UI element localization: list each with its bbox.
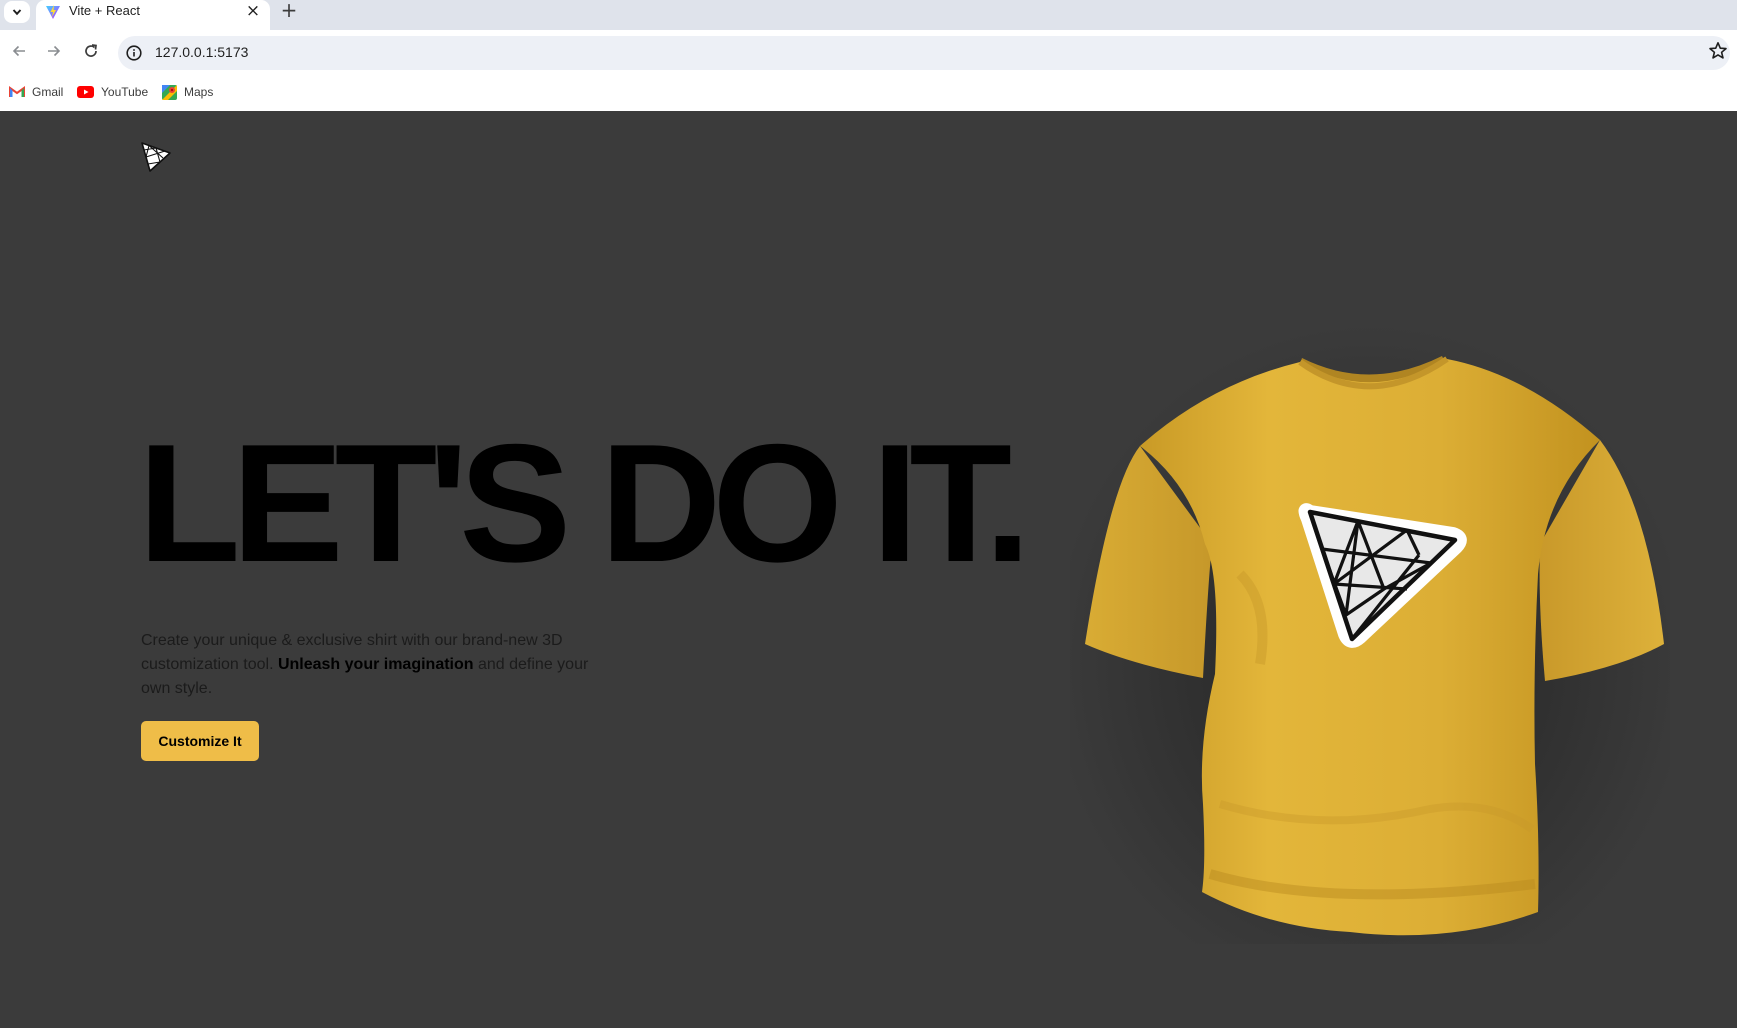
browser-chrome: Vite + React × + 127.0.0.1:5173 Gmail Yo… [0,0,1737,111]
forward-button[interactable] [43,40,65,62]
bookmark-maps[interactable]: Maps [162,81,213,103]
maps-icon [162,84,177,100]
browser-toolbar: 127.0.0.1:5173 [0,30,1737,74]
back-button[interactable] [8,40,30,62]
tab-close-icon[interactable]: × [243,1,263,21]
page-canvas: LET'S DO IT. Create your unique & exclus… [0,111,1737,1028]
gmail-icon [9,86,25,97]
browser-tab[interactable]: Vite + React × [36,0,270,30]
reload-icon [85,44,97,57]
tab-search-button[interactable] [4,1,30,23]
bookmark-label: Gmail [32,85,64,99]
arrow-left-icon [12,45,25,57]
shirt-3d-preview[interactable] [1070,244,1670,944]
hero-description: Create your unique & exclusive shirt wit… [141,629,611,701]
bookmark-youtube[interactable]: YouTube [77,81,148,103]
threejs-logo-icon[interactable] [140,141,172,173]
tab-strip: Vite + React × + [0,0,1737,30]
chevron-down-icon [12,9,22,16]
address-bar[interactable]: 127.0.0.1:5173 [118,36,1730,70]
youtube-icon [77,86,94,98]
customize-button[interactable]: Customize It [141,721,259,761]
vite-icon [46,5,60,19]
description-emphasis: Unleash your imagination [277,656,474,673]
new-tab-button[interactable]: + [278,0,300,21]
bookmark-gmail[interactable]: Gmail [9,81,63,103]
bookmarks-bar: Gmail YouTube Maps [0,74,1737,110]
bookmark-label: Maps [184,85,214,99]
hero-headline: LET'S DO IT. [138,409,1031,597]
info-icon[interactable] [125,44,143,62]
bookmark-label: YouTube [101,85,149,99]
url-text: 127.0.0.1:5173 [155,44,249,60]
bookmark-star-icon[interactable] [1707,40,1729,62]
tab-title: Vite + React [69,3,140,18]
reload-button[interactable] [80,40,102,62]
arrow-right-icon [48,45,61,57]
